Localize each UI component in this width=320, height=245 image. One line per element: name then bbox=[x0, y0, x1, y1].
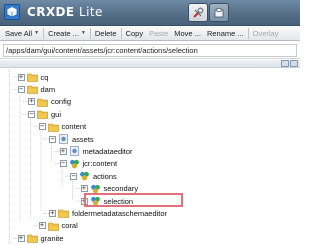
tree-node-content[interactable]: − content bbox=[38, 121, 87, 133]
app-header: CRXDE Lite bbox=[0, 0, 300, 26]
paste-label: Paste bbox=[149, 28, 169, 38]
crx-cube-icon bbox=[4, 4, 20, 20]
tree-node-label: assets bbox=[72, 134, 94, 144]
app-title-suffix: Lite bbox=[79, 5, 103, 19]
tree-node-label: dam bbox=[40, 84, 56, 94]
move-label: Move ... bbox=[174, 28, 201, 38]
tree-node-label: granite bbox=[40, 233, 64, 243]
tree-node-config[interactable]: + config bbox=[28, 96, 71, 108]
collapse-toggle-icon[interactable]: − bbox=[28, 110, 35, 118]
collapse-panel-icon[interactable] bbox=[290, 60, 298, 67]
folder-icon bbox=[26, 233, 41, 243]
delete-label: Delete bbox=[94, 28, 117, 38]
folder-icon bbox=[58, 208, 72, 219]
folder-icon bbox=[26, 72, 41, 82]
toolbar-divider bbox=[43, 27, 45, 39]
tree-node-dam[interactable]: − dam bbox=[17, 83, 56, 95]
repository-tree-panel: + cq − dam + config − gui − content − assets + metada… bbox=[0, 60, 300, 245]
tree-node-foldermetadataschemaeditor[interactable]: + foldermetadataschemaeditor bbox=[49, 207, 167, 219]
tree-node-label: metadataeditor bbox=[82, 146, 133, 156]
tree-node-granite[interactable]: + granite bbox=[17, 232, 64, 244]
refresh-tree-icon[interactable] bbox=[281, 60, 289, 67]
chevron-down-icon: ▼ bbox=[80, 30, 86, 36]
selection-highlight bbox=[84, 193, 183, 207]
tree-node-cq[interactable]: + cq bbox=[17, 71, 49, 83]
tree-node-label: content bbox=[61, 122, 87, 132]
collapse-toggle-icon[interactable]: − bbox=[70, 172, 77, 180]
save-all-button[interactable]: Save All ▼ bbox=[2, 27, 42, 40]
tree-node-label: config bbox=[51, 97, 72, 107]
overlay-button[interactable]: Overlay bbox=[250, 27, 282, 40]
tree-node-label: cq bbox=[40, 72, 49, 82]
panel-tools bbox=[281, 60, 298, 67]
toolbar-divider bbox=[120, 27, 122, 39]
collapse-toggle-icon[interactable]: − bbox=[49, 135, 56, 143]
overlay-label: Overlay bbox=[252, 28, 279, 38]
tree-node-gui[interactable]: − gui bbox=[28, 108, 61, 120]
expand-toggle-icon[interactable]: + bbox=[17, 234, 25, 242]
collapse-toggle-icon[interactable]: − bbox=[17, 85, 25, 93]
create-button[interactable]: Create ... ▼ bbox=[45, 27, 89, 40]
tree-node-label: actions bbox=[93, 171, 117, 181]
path-input[interactable] bbox=[3, 44, 297, 57]
tree-node-label: jcr:content bbox=[82, 159, 118, 169]
copy-button[interactable]: Copy bbox=[123, 27, 147, 40]
page-node-icon bbox=[69, 146, 83, 157]
expand-toggle-icon[interactable]: + bbox=[38, 222, 46, 230]
move-button[interactable]: Move ... bbox=[171, 27, 204, 40]
app-title: CRXDE Lite bbox=[27, 5, 103, 19]
tools-icon bbox=[193, 7, 204, 18]
expand-toggle-icon[interactable]: + bbox=[28, 98, 35, 106]
component-node-icon bbox=[79, 171, 93, 181]
tools-button[interactable] bbox=[188, 3, 208, 22]
app-title-main: CRXDE bbox=[27, 5, 75, 19]
folder-icon bbox=[47, 122, 62, 132]
create-label: Create ... bbox=[48, 28, 79, 38]
tree-node-coral[interactable]: + coral bbox=[38, 220, 78, 232]
tree-node-label: coral bbox=[61, 221, 78, 231]
share-button[interactable] bbox=[209, 3, 229, 22]
chevron-down-icon: ▼ bbox=[34, 30, 40, 36]
collapse-toggle-icon[interactable]: − bbox=[59, 160, 67, 168]
tree-node-label: gui bbox=[51, 109, 62, 119]
rename-button[interactable]: Rename ... bbox=[204, 27, 247, 40]
tree-node-label: foldermetadataschemaeditor bbox=[72, 208, 168, 218]
collapse-toggle-icon[interactable]: − bbox=[38, 123, 46, 131]
component-node-icon bbox=[69, 159, 83, 169]
folder-icon bbox=[26, 84, 41, 95]
toolbar-divider bbox=[247, 27, 249, 39]
folder-icon bbox=[37, 109, 51, 119]
page-node-icon bbox=[58, 134, 72, 144]
tree-node-actions[interactable]: − actions bbox=[70, 170, 117, 182]
tree-node-assets[interactable]: − assets bbox=[49, 133, 94, 145]
tree-panel-header bbox=[0, 60, 300, 68]
folder-icon bbox=[37, 97, 51, 107]
expand-toggle-icon[interactable]: + bbox=[59, 147, 67, 155]
folder-icon bbox=[47, 221, 62, 231]
paste-button[interactable]: Paste bbox=[146, 27, 171, 40]
rename-label: Rename ... bbox=[206, 28, 244, 38]
tree-node-label: secondary bbox=[103, 184, 139, 194]
save-all-label: Save All bbox=[5, 28, 33, 38]
tree-node-jcr-content[interactable]: − jcr:content bbox=[59, 158, 118, 170]
toolbar: Save All ▼ Create ... ▼ Delete Copy Past… bbox=[0, 26, 300, 41]
share-icon bbox=[214, 7, 224, 17]
tree-node-metadataeditor[interactable]: + metadataeditor bbox=[59, 145, 133, 157]
toolbar-divider bbox=[89, 27, 91, 39]
expand-toggle-icon[interactable]: + bbox=[80, 185, 88, 193]
delete-button[interactable]: Delete bbox=[92, 27, 120, 40]
path-bar bbox=[0, 42, 300, 59]
expand-toggle-icon[interactable]: + bbox=[17, 73, 25, 81]
copy-label: Copy bbox=[125, 28, 144, 38]
expand-toggle-icon[interactable]: + bbox=[49, 209, 56, 217]
